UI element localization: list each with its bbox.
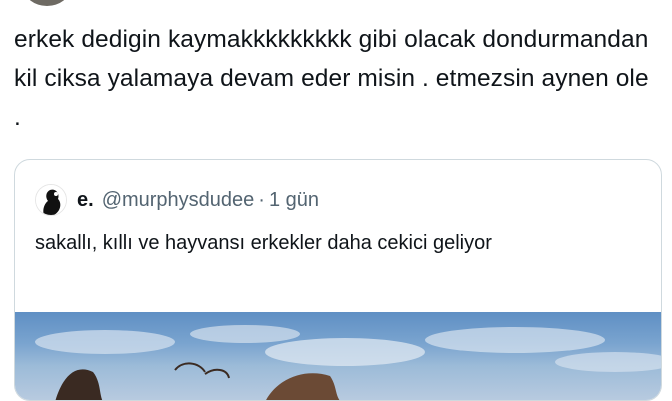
tweet-text: erkek dedigin kaymakkkkkkkkk gibi olacak… bbox=[14, 26, 649, 131]
quoted-timestamp[interactable]: 1 gün bbox=[269, 189, 319, 212]
quoted-tweet-card[interactable]: e. @murphysdudee · 1 gün sakallı, kıllı … bbox=[14, 159, 662, 401]
author-avatar[interactable] bbox=[24, 0, 70, 6]
quoted-media-image[interactable] bbox=[15, 312, 661, 400]
quoted-author-handle[interactable]: @murphysdudee bbox=[102, 189, 255, 212]
quoted-tweet-header: e. @murphysdudee · 1 gün bbox=[35, 183, 319, 217]
separator-dot: · bbox=[258, 188, 265, 211]
profile-avatar-icon bbox=[36, 185, 66, 215]
sky-photo-icon bbox=[35, 325, 661, 400]
quoted-author-avatar[interactable] bbox=[35, 184, 67, 216]
quoted-tweet-text: sakallı, kıllı ve hayvansı erkekler daha… bbox=[35, 232, 492, 254]
quoted-author-name[interactable]: e. bbox=[77, 189, 94, 212]
